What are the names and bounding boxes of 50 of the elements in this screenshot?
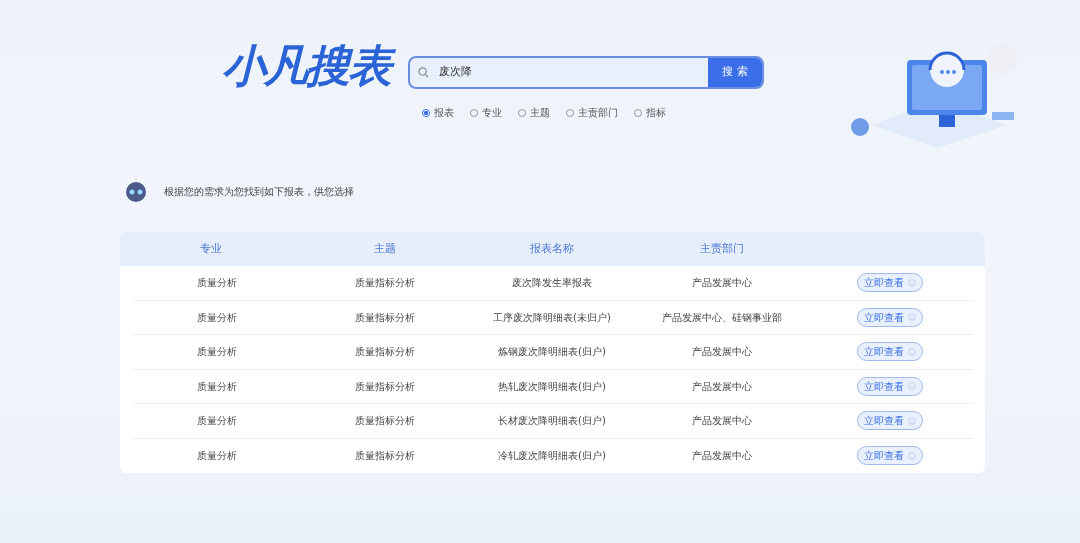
column-header: 主责部门: [700, 241, 744, 255]
table-cell: 废次降发生率报表: [512, 277, 592, 289]
view-now-button[interactable]: 立即查看: [857, 376, 923, 396]
search-type-radio[interactable]: 专业: [470, 105, 502, 120]
search-button[interactable]: 搜 索: [708, 58, 762, 87]
search-type-radio[interactable]: 主责部门: [566, 105, 618, 120]
table-cell: 产品发展中心: [692, 415, 752, 427]
table-cell: 质量分析: [197, 380, 237, 392]
view-now-button[interactable]: 立即查看: [857, 342, 923, 362]
info-icon: [908, 416, 916, 425]
table-cell: 产品发展中心: [692, 380, 752, 392]
info-icon: [908, 313, 916, 322]
assistant-message: 根据您的需求为您找到如下报表，供您选择: [164, 185, 354, 199]
search-type-radio[interactable]: 报表: [422, 105, 454, 120]
view-now-button[interactable]: 立即查看: [857, 307, 923, 327]
robot-avatar-icon: [124, 180, 148, 202]
table-cell: 质量指标分析: [354, 415, 415, 427]
column-header: 报表名称: [530, 241, 574, 255]
info-icon: [908, 451, 916, 460]
table-cell: 工序废次降明细表(未归户): [493, 311, 611, 323]
table-cell: 热轧废次降明细表(归户): [498, 380, 606, 392]
view-now-button[interactable]: 立即查看: [857, 273, 923, 293]
info-icon: [908, 347, 916, 356]
column-header: 专业: [200, 241, 222, 255]
info-icon: [908, 382, 916, 391]
table-cell: 质量指标分析: [354, 311, 415, 323]
table-cell: 产品发展中心: [692, 277, 752, 289]
table-cell: 质量分析: [197, 311, 237, 323]
table-cell: 质量指标分析: [354, 346, 415, 358]
column-header: 主题: [373, 241, 396, 255]
table-cell: 质量指标分析: [354, 450, 415, 462]
info-icon: [908, 278, 916, 287]
table-cell: 产品发展中心、硅钢事业部: [662, 311, 782, 323]
search-type-radio[interactable]: 主题: [518, 105, 550, 120]
view-now-button[interactable]: 立即查看: [857, 446, 923, 466]
search-type-radio[interactable]: 指标: [634, 105, 666, 120]
search-field[interactable]: 废次降 搜 索: [408, 56, 764, 89]
table-cell: 冷轧废次降明细表(归户): [498, 450, 606, 462]
table-cell: 质量指标分析: [354, 380, 415, 392]
table-cell: 质量指标分析: [354, 277, 415, 289]
table-cell: 质量分析: [197, 277, 237, 289]
table-cell: 长材废次降明细表(归户): [498, 415, 606, 427]
search-icon: [418, 67, 429, 78]
table-cell: 质量分析: [197, 346, 237, 358]
table-cell: 质量分析: [197, 450, 237, 462]
table-cell: 产品发展中心: [692, 450, 752, 462]
table-cell: 质量分析: [197, 415, 237, 427]
view-now-button[interactable]: 立即查看: [857, 411, 923, 431]
table-cell: 炼钢废次降明细表(归户): [498, 346, 606, 358]
table-cell: 产品发展中心: [692, 346, 752, 358]
